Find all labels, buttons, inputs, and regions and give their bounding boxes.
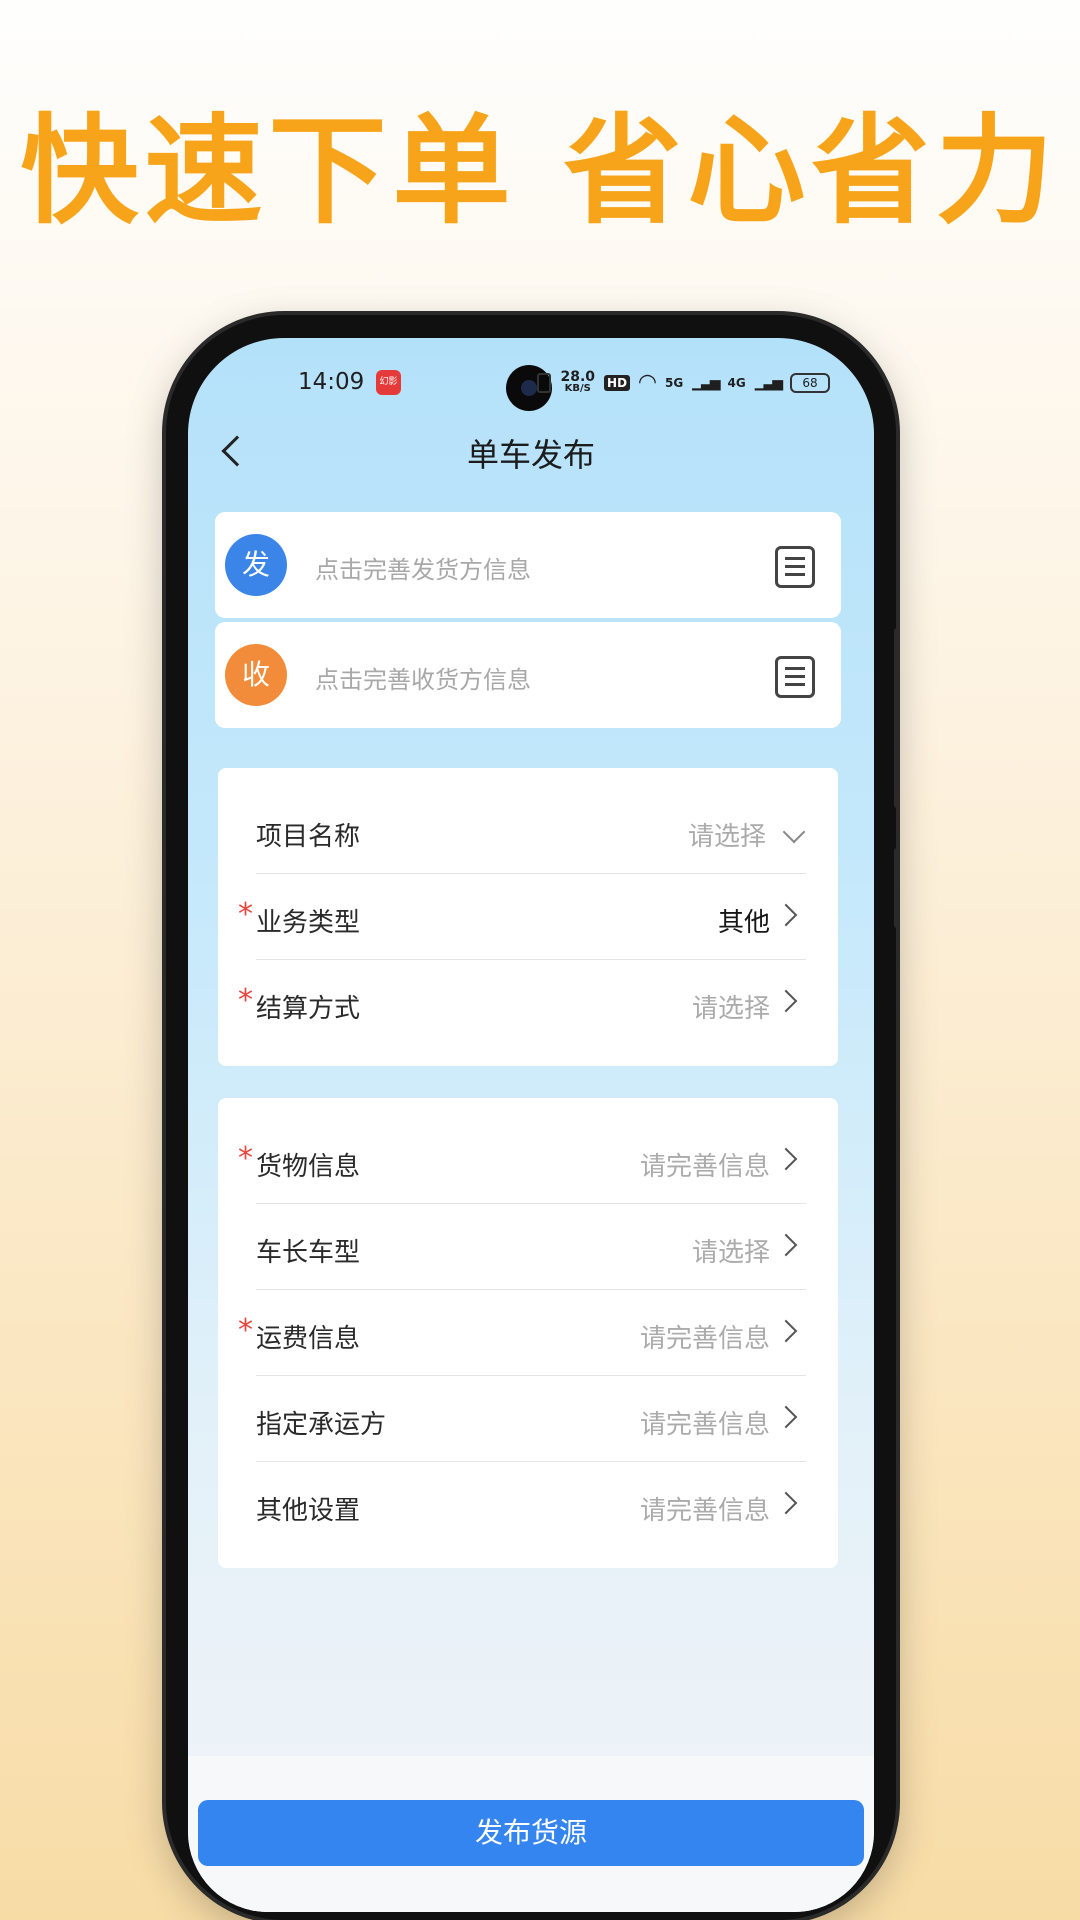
signal-4g: 4G bbox=[727, 375, 746, 390]
required-mark: * bbox=[238, 897, 253, 932]
chevron-right-icon bbox=[774, 989, 798, 1013]
business-type-row[interactable]: * 业务类型 其他 bbox=[238, 874, 806, 960]
publish-cargo-button[interactable]: 发布货源 bbox=[198, 1800, 864, 1866]
phone-side-button bbox=[894, 848, 900, 928]
receiver-badge: 收 bbox=[225, 644, 287, 706]
hd-icon: HD bbox=[604, 374, 631, 391]
vibrate-icon bbox=[537, 372, 552, 393]
chevron-right-icon bbox=[774, 1319, 798, 1343]
row-value: 请完善信息 bbox=[639, 1152, 770, 1182]
vehicle-type-row[interactable]: 车长车型 请选择 bbox=[256, 1204, 806, 1290]
other-settings-row[interactable]: 其他设置 请完善信息 bbox=[256, 1462, 806, 1548]
navigation-bar: 单车发布 bbox=[188, 416, 874, 486]
sender-badge: 发 bbox=[225, 534, 287, 596]
wifi-icon: ◠ bbox=[639, 370, 656, 395]
required-mark: * bbox=[238, 983, 253, 1018]
freight-info-row[interactable]: * 运费信息 请完善信息 bbox=[238, 1290, 806, 1376]
chevron-right-icon bbox=[774, 1405, 798, 1429]
chevron-right-icon bbox=[774, 903, 798, 927]
settlement-method-row[interactable]: * 结算方式 请选择 bbox=[238, 960, 806, 1046]
row-label: 业务类型 bbox=[256, 908, 361, 938]
address-book-icon[interactable] bbox=[775, 546, 815, 588]
sender-info-card[interactable]: 发 点击完善发货方信息 bbox=[215, 512, 841, 618]
designated-carrier-row[interactable]: 指定承运方 请完善信息 bbox=[256, 1376, 806, 1462]
signal-bars-icon: ▁▃▅ bbox=[754, 374, 783, 391]
battery-icon: 68 bbox=[790, 372, 830, 393]
row-label: 车长车型 bbox=[256, 1238, 361, 1268]
row-label: 其他设置 bbox=[256, 1496, 361, 1526]
receiver-info-card[interactable]: 收 点击完善收货方信息 bbox=[215, 622, 841, 728]
row-label: 指定承运方 bbox=[256, 1410, 387, 1440]
required-mark: * bbox=[238, 1141, 253, 1176]
row-value: 请完善信息 bbox=[639, 1324, 770, 1354]
row-value: 其他 bbox=[717, 908, 770, 938]
basic-info-card: 项目名称 请选择 * 业务类型 其他 * 结算方式 请选择 bbox=[218, 768, 838, 1066]
status-icons: 28.0 KB/S HD ◠ 5G ▁▃▅ 4G ▁▃▅ 68 bbox=[537, 370, 830, 395]
receiver-placeholder: 点击完善收货方信息 bbox=[315, 666, 531, 694]
row-value: 请选择 bbox=[687, 822, 766, 852]
status-bar: 14:09 幻影 28.0 KB/S HD ◠ 5G ▁▃▅ 4G ▁▃▅ 68 bbox=[188, 365, 874, 411]
phone-side-button bbox=[894, 628, 900, 808]
cargo-info-row[interactable]: * 货物信息 请完善信息 bbox=[238, 1118, 806, 1204]
page-title: 单车发布 bbox=[466, 436, 595, 474]
chevron-right-icon bbox=[774, 1491, 798, 1515]
home-indicator bbox=[188, 1866, 874, 1912]
row-value: 请完善信息 bbox=[639, 1496, 770, 1526]
chevron-right-icon bbox=[774, 1147, 798, 1171]
signal-5g: 5G bbox=[664, 375, 684, 390]
phone-screen: 14:09 幻影 28.0 KB/S HD ◠ 5G ▁▃▅ 4G ▁▃▅ 68… bbox=[188, 338, 874, 1912]
promo-headline: 快速下单 省心省力 bbox=[20, 102, 1060, 240]
chevron-right-icon bbox=[774, 1233, 798, 1257]
row-label: 运费信息 bbox=[256, 1324, 361, 1354]
row-value: 请完善信息 bbox=[639, 1410, 770, 1440]
required-mark: * bbox=[238, 1313, 253, 1348]
chevron-down-icon bbox=[782, 820, 806, 844]
shipment-details-card: * 货物信息 请完善信息 车长车型 请选择 * 运费信息 请完善信息 指定承运方… bbox=[218, 1098, 838, 1568]
net-speed: 28.0 KB/S bbox=[560, 368, 596, 394]
row-label: 货物信息 bbox=[256, 1152, 361, 1182]
row-value: 请选择 bbox=[691, 994, 770, 1024]
row-value: 请选择 bbox=[691, 1238, 770, 1268]
row-label: 项目名称 bbox=[256, 822, 361, 852]
signal-bars-icon: ▁▃▅ bbox=[692, 374, 720, 391]
address-book-icon[interactable] bbox=[775, 656, 815, 698]
status-time: 14:09 bbox=[298, 369, 365, 395]
row-label: 结算方式 bbox=[256, 994, 361, 1024]
app-notification-icon: 幻影 bbox=[376, 370, 401, 395]
project-name-row[interactable]: 项目名称 请选择 bbox=[256, 788, 806, 874]
sender-placeholder: 点击完善发货方信息 bbox=[315, 556, 531, 584]
